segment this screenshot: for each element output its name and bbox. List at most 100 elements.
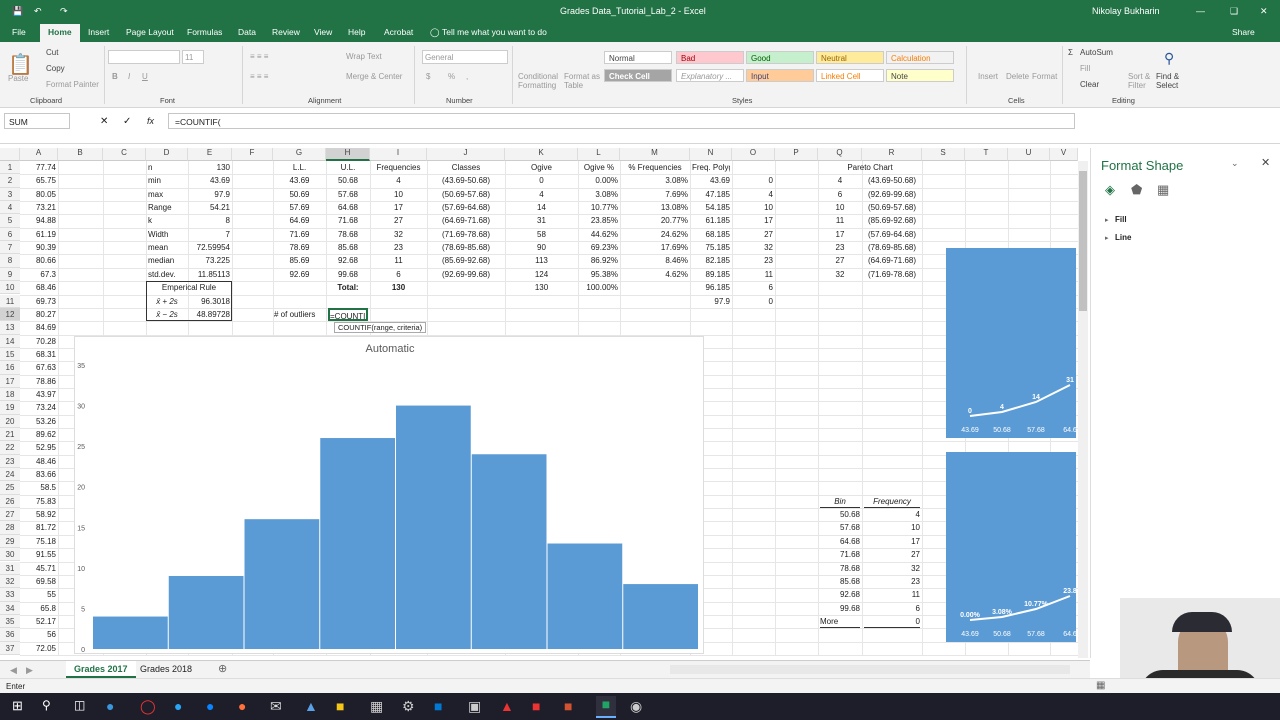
pareto-freq[interactable]: 27: [820, 254, 860, 267]
row-header-30[interactable]: 30: [0, 548, 20, 562]
pareto-freq[interactable]: 23: [820, 241, 860, 254]
row-header-35[interactable]: 35: [0, 614, 20, 629]
empirical-rule-value[interactable]: 48.89728: [190, 308, 230, 321]
outliers-label[interactable]: # of outliers: [274, 308, 334, 321]
cell-a28[interactable]: 81.72: [22, 521, 56, 534]
bin-cell[interactable]: 57.68: [820, 521, 860, 534]
stat-value[interactable]: 7: [190, 228, 230, 241]
row-header-24[interactable]: 24: [0, 468, 20, 482]
tab-review[interactable]: Review: [272, 27, 300, 37]
column-header-v[interactable]: V: [1050, 148, 1078, 161]
stat-label[interactable]: min: [148, 174, 186, 187]
ogive-pct-cell[interactable]: 23.85%: [580, 214, 618, 227]
pct-freq-cell[interactable]: 8.46%: [622, 254, 688, 267]
style-note[interactable]: Note: [886, 69, 954, 82]
clear-button[interactable]: Clear: [1080, 80, 1099, 89]
cell-a32[interactable]: 69.58: [22, 575, 56, 588]
class-cell[interactable]: (92.69-99.68): [429, 268, 503, 281]
row-header-5[interactable]: 5: [0, 214, 20, 228]
align-icon[interactable]: ≡ ≡ ≡: [250, 52, 268, 61]
empirical-rule-value[interactable]: 96.3018: [190, 295, 230, 308]
sheet-tab-2017[interactable]: Grades 2017: [66, 661, 136, 678]
ogive-pct-total[interactable]: 100.00%: [580, 281, 618, 294]
column-header-o[interactable]: O: [732, 148, 775, 161]
ogive-pct-cell[interactable]: 95.38%: [580, 268, 618, 281]
row-header-37[interactable]: 37: [0, 641, 20, 655]
column-header-n[interactable]: N: [690, 148, 732, 161]
cell-a19[interactable]: 73.24: [22, 401, 56, 414]
frequency-cell[interactable]: 6: [372, 268, 425, 281]
share-button[interactable]: Share: [1232, 27, 1255, 37]
bin-cell[interactable]: 99.68: [820, 602, 860, 615]
bin-frequency-cell[interactable]: 27: [864, 548, 920, 561]
pareto-class[interactable]: (92.69-99.68): [864, 188, 920, 201]
powerpoint-icon[interactable]: ■: [564, 698, 572, 714]
cell-a17[interactable]: 78.86: [22, 375, 56, 388]
class-cell[interactable]: (43.69-50.68): [429, 174, 503, 187]
ll-cell[interactable]: 43.69: [275, 174, 324, 187]
ogive-total[interactable]: 130: [507, 281, 576, 294]
opera-icon[interactable]: ◯: [140, 698, 156, 715]
total-label[interactable]: Total:: [328, 281, 368, 294]
empirical-rule-title[interactable]: Emperical Rule: [148, 281, 230, 294]
ul-cell[interactable]: 64.68: [328, 201, 368, 214]
frequency-cell[interactable]: 32: [372, 228, 425, 241]
frequency-header[interactable]: Frequency: [864, 495, 920, 509]
ul-cell[interactable]: 78.68: [328, 228, 368, 241]
minimize-icon[interactable]: —: [1196, 6, 1205, 16]
poly-x-cell[interactable]: 43.69: [692, 174, 730, 187]
folder-icon[interactable]: ■: [336, 698, 344, 714]
column-header-p[interactable]: P: [775, 148, 818, 161]
column-header-m[interactable]: M: [620, 148, 690, 161]
column-header-c[interactable]: C: [103, 148, 146, 161]
freq-header[interactable]: U.L.: [328, 161, 368, 174]
ogive-cell[interactable]: 113: [507, 254, 576, 267]
column-header-l[interactable]: L: [578, 148, 620, 161]
merge-center-button[interactable]: Merge & Center: [346, 72, 402, 81]
cell-a12[interactable]: 80.27: [22, 308, 56, 321]
row-header-10[interactable]: 10: [0, 281, 20, 295]
bin-frequency-cell[interactable]: 17: [864, 535, 920, 548]
cell-a29[interactable]: 75.18: [22, 535, 56, 548]
style-explanatory[interactable]: Explanatory ...: [676, 69, 744, 82]
poly-x-cell[interactable]: 47.185: [692, 188, 730, 201]
ogive-pct-cell[interactable]: 86.92%: [580, 254, 618, 267]
underline-button[interactable]: U: [142, 72, 148, 81]
stat-label[interactable]: n: [148, 161, 186, 174]
poly-x-cell[interactable]: 54.185: [692, 201, 730, 214]
pareto-freq[interactable]: 10: [820, 201, 860, 214]
pct-freq-cell[interactable]: 20.77%: [622, 214, 688, 227]
browser-icon[interactable]: ●: [206, 698, 214, 714]
scroll-thumb[interactable]: [1079, 171, 1087, 311]
stat-value[interactable]: 43.69: [190, 174, 230, 187]
style-neutral[interactable]: Neutral: [816, 51, 884, 64]
tab-home[interactable]: Home: [40, 24, 80, 42]
bin-frequency-cell[interactable]: 11: [864, 588, 920, 601]
bin-cell[interactable]: 78.68: [820, 562, 860, 575]
pareto-freq[interactable]: 6: [820, 188, 860, 201]
active-cell-h12[interactable]: =COUNTIF(: [328, 307, 368, 322]
currency-button[interactable]: $: [426, 72, 430, 81]
class-cell[interactable]: (78.69-85.68): [429, 241, 503, 254]
mail-icon[interactable]: ✉: [270, 698, 282, 715]
row-header-32[interactable]: 32: [0, 574, 20, 589]
ll-cell[interactable]: 78.69: [275, 241, 324, 254]
poly-y-cell[interactable]: 11: [734, 268, 773, 281]
cell-a34[interactable]: 65.8: [22, 602, 56, 615]
cell-a15[interactable]: 68.31: [22, 348, 56, 361]
cell-a7[interactable]: 90.39: [22, 241, 56, 254]
user-name[interactable]: Nikolay Bukharin: [1092, 6, 1160, 16]
ul-cell[interactable]: 92.68: [328, 254, 368, 267]
conditional-formatting-button[interactable]: Conditional Formatting: [518, 72, 564, 90]
next-sheet-icon[interactable]: ▶: [26, 665, 33, 676]
row-header-9[interactable]: 9: [0, 267, 20, 282]
poly-y-cell[interactable]: 4: [734, 188, 773, 201]
bin-cell[interactable]: 92.68: [820, 588, 860, 601]
column-header-q[interactable]: Q: [818, 148, 862, 161]
ogive-pct-cell[interactable]: 3.08%: [580, 188, 618, 201]
freq-header[interactable]: L.L.: [275, 161, 324, 174]
comma-button[interactable]: ,: [466, 72, 468, 81]
copy-button[interactable]: Copy: [46, 64, 65, 73]
app-icon[interactable]: ▲: [304, 698, 318, 714]
ogive-percent-chart[interactable]: 0.00% 43.69 3.08% 50.68 10.77% 57.68 23.8 64.6: [946, 452, 1077, 642]
